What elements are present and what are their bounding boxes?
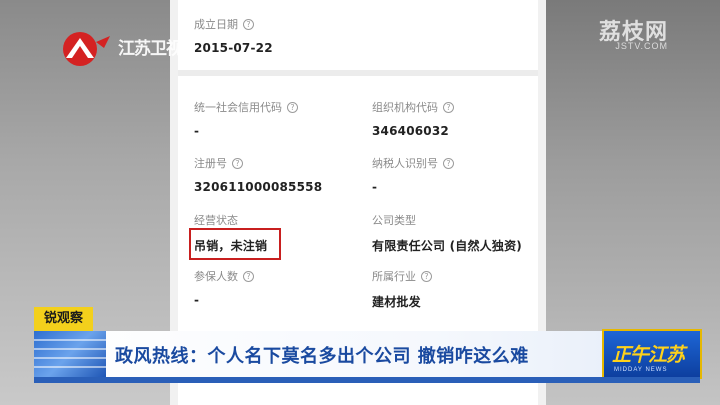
status-highlight-box (189, 228, 281, 260)
headline-text: 政风热线：个人名下莫名多出个公司 撤销咋这么难 (115, 346, 529, 367)
station-logo-text: 江苏卫视 (118, 39, 183, 58)
field-value: 建材批发 (372, 295, 421, 309)
field-org-code: 组织机构代码? 346406032 (372, 99, 454, 138)
section-divider (178, 70, 538, 76)
field-registration-no: 注册号? 320611000085558 (194, 155, 322, 194)
field-label: 统一社会信用代码 (194, 101, 282, 114)
field-label: 组织机构代码 (372, 101, 438, 114)
station-logo-icon (63, 32, 110, 66)
help-icon[interactable]: ? (443, 157, 454, 169)
bottom-strip (34, 377, 700, 383)
field-value: 346406032 (372, 124, 449, 138)
watermark-subtitle: JSTV.COM (615, 41, 668, 51)
show-logo: 正午江苏 MIDDAY NEWS (602, 329, 702, 379)
segment-tag: 锐观察 (34, 307, 94, 331)
field-value: 2015-07-22 (194, 41, 273, 55)
field-value: 有限责任公司 (自然人独资) (372, 239, 522, 253)
field-label: 纳税人识别号 (372, 157, 438, 170)
help-icon[interactable]: ? (243, 18, 254, 30)
field-insured-count: 参保人数? - (194, 268, 254, 307)
help-icon[interactable]: ? (243, 270, 254, 282)
field-industry: 所属行业? 建材批发 (372, 268, 432, 310)
help-icon[interactable]: ? (232, 157, 243, 169)
show-logo-subtext: MIDDAY NEWS (614, 367, 668, 373)
field-label: 参保人数 (194, 270, 238, 283)
field-label: 所属行业 (372, 270, 416, 283)
field-unified-credit-code: 统一社会信用代码? - (194, 99, 298, 138)
field-value: - (194, 293, 200, 307)
help-icon[interactable]: ? (421, 270, 432, 282)
help-icon[interactable]: ? (443, 101, 454, 113)
field-label: 成立日期 (194, 18, 238, 31)
help-icon[interactable]: ? (287, 101, 298, 113)
show-logo-text: 正午江苏 (612, 344, 685, 366)
field-taxpayer-id: 纳税人识别号? - (372, 155, 454, 194)
field-value: 320611000085558 (194, 180, 323, 194)
field-label: 经营状态 (194, 214, 238, 227)
globe-icon (34, 331, 106, 377)
field-label: 公司类型 (372, 214, 416, 227)
field-value: - (372, 180, 378, 194)
field-established-date: 成立日期? 2015-07-22 (194, 16, 273, 55)
field-value: - (194, 124, 200, 138)
field-label: 注册号 (194, 157, 227, 170)
field-company-type: 公司类型 有限责任公司 (自然人独资) (372, 212, 522, 254)
